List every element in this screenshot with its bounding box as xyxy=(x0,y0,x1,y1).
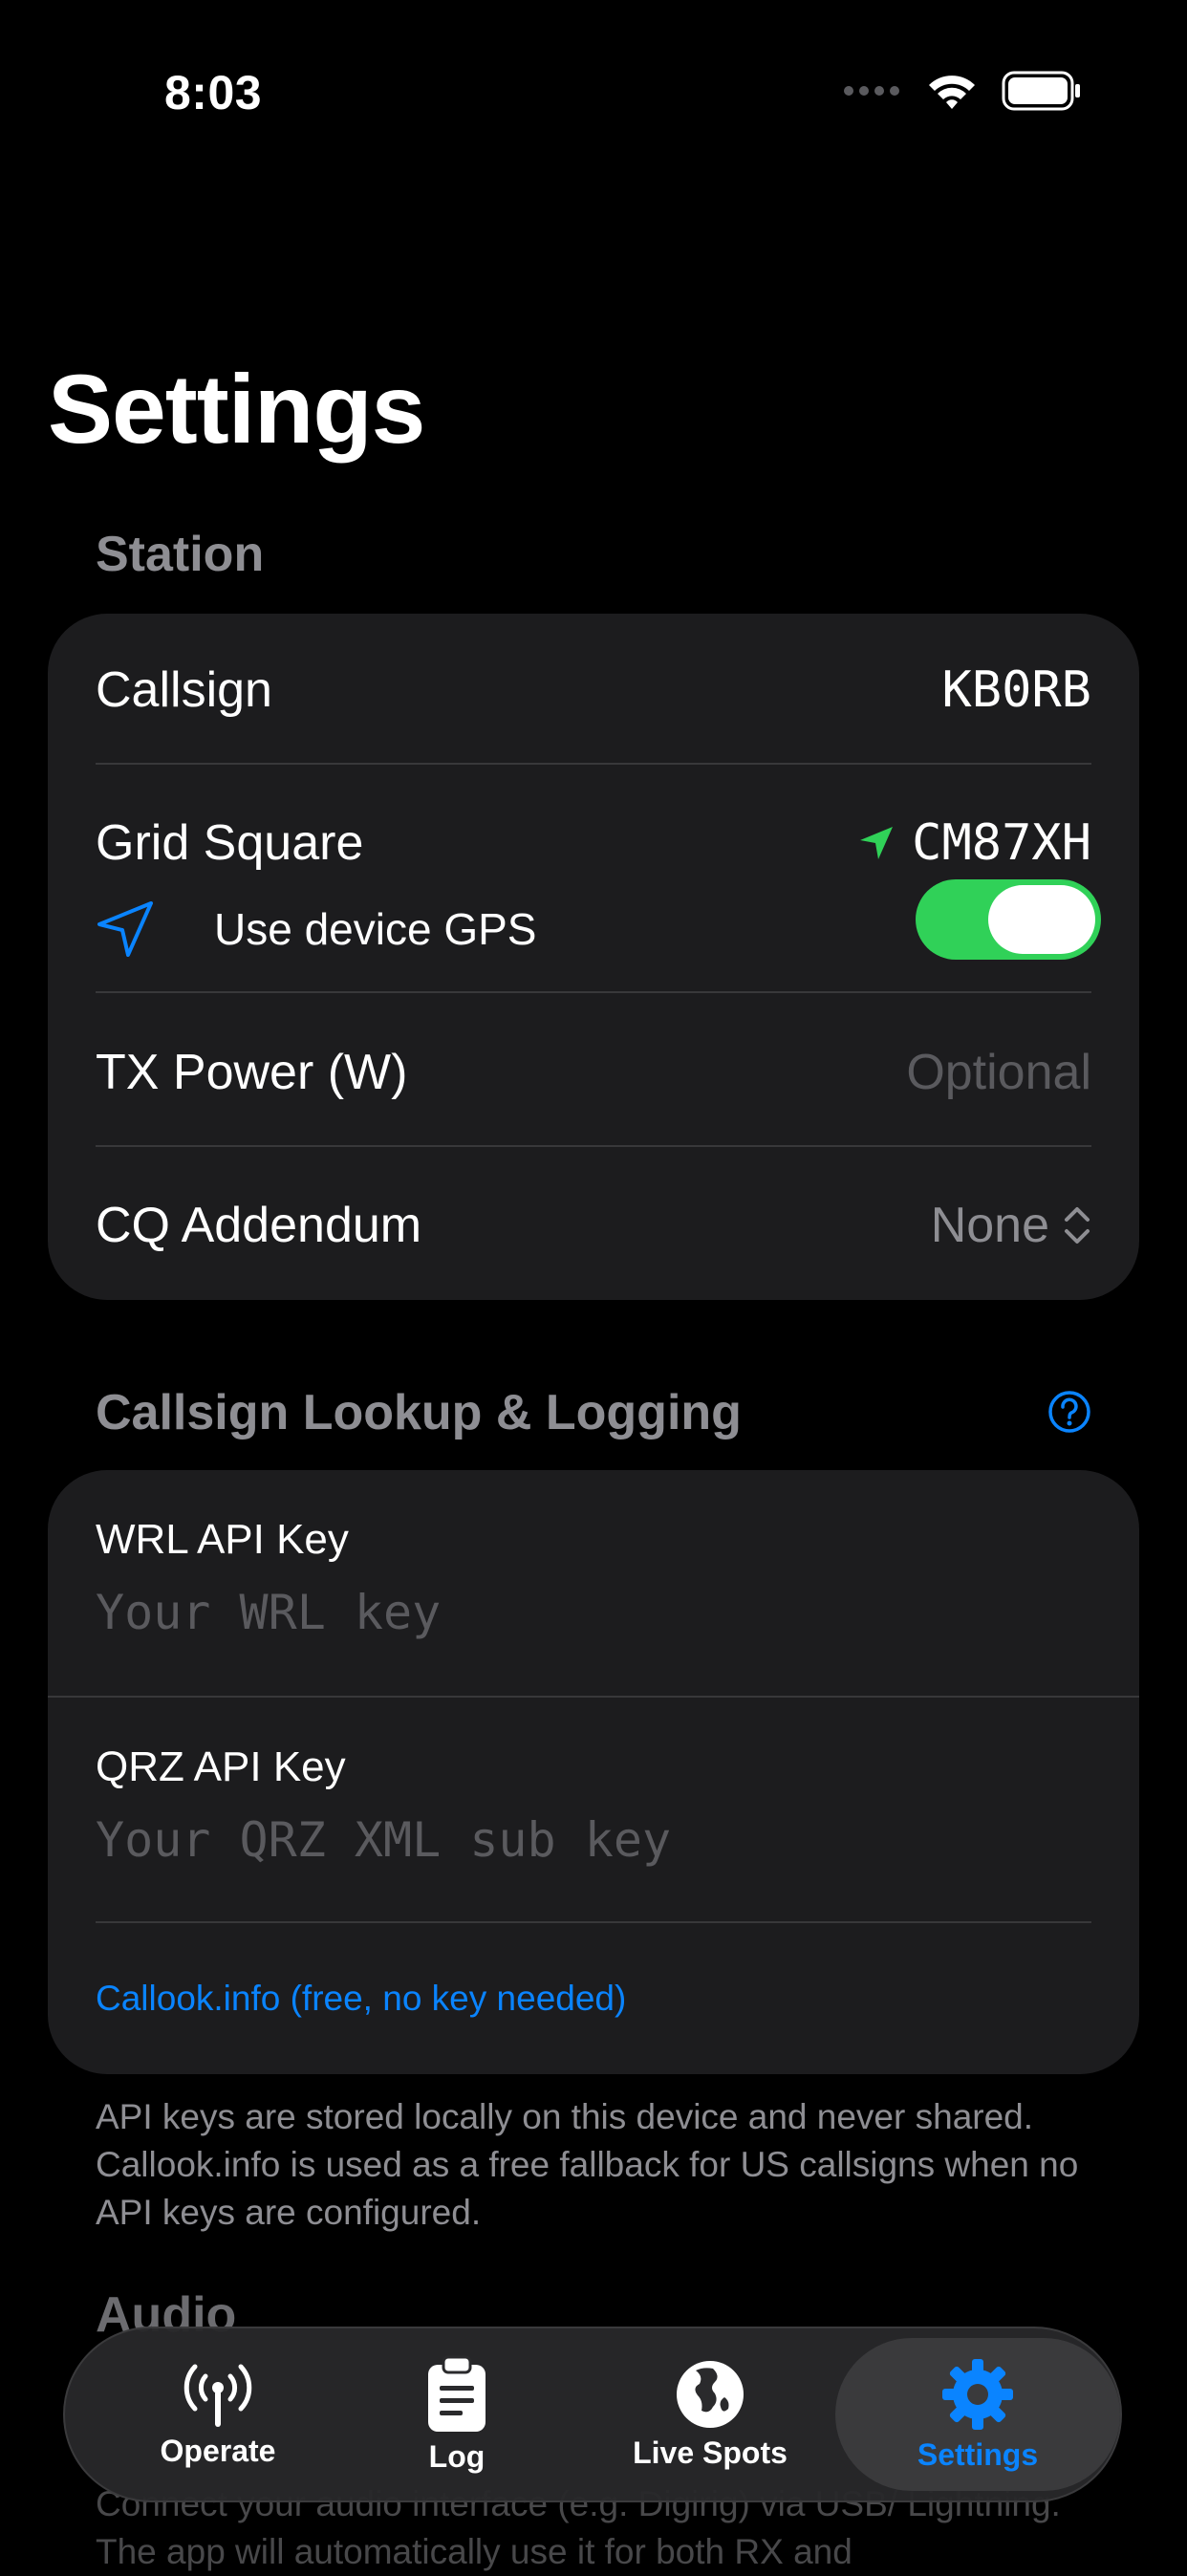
station-section-header: Station xyxy=(96,527,265,582)
gps-row: Use device GPS xyxy=(96,886,536,972)
tx-power-label: TX Power (W) xyxy=(96,1045,408,1100)
location-arrow-icon xyxy=(860,827,894,859)
status-icons xyxy=(843,71,1082,111)
clipboard-icon xyxy=(428,2355,486,2432)
wrl-key-input[interactable]: Your WRL key xyxy=(96,1585,441,1640)
cq-addendum-picker[interactable]: None xyxy=(931,1197,1091,1254)
tab-operate-label: Operate xyxy=(160,2433,276,2468)
callook-link[interactable]: Callook.info (free, no key needed) xyxy=(96,1979,626,2019)
globe-icon xyxy=(677,2360,744,2428)
lookup-section-header: Callsign Lookup & Logging xyxy=(96,1385,742,1440)
cellular-signal-icon xyxy=(844,86,899,96)
battery-icon xyxy=(1002,71,1080,111)
status-time: 8:03 xyxy=(164,66,263,119)
tab-operate[interactable]: Operate xyxy=(113,2328,323,2500)
tab-live-spots-label: Live Spots xyxy=(633,2435,788,2470)
wrl-key-label: WRL API Key xyxy=(96,1516,349,1563)
cq-addendum-value: None xyxy=(930,1198,1049,1253)
qrz-key-label: QRZ API Key xyxy=(96,1743,346,1790)
tab-settings[interactable]: Settings xyxy=(858,2328,1097,2500)
cq-addendum-row[interactable]: CQ Addendum None xyxy=(96,1187,1091,1264)
gps-label: Use device GPS xyxy=(214,904,537,954)
help-icon[interactable] xyxy=(1047,1390,1091,1434)
tab-bar: Operate Log Live Spots Settings xyxy=(63,2327,1122,2502)
gps-toggle[interactable] xyxy=(916,879,1101,960)
grid-square-label: Grid Square xyxy=(96,815,364,871)
grid-square-row[interactable]: Grid Square CM87XH xyxy=(96,805,1091,881)
lookup-footer-note: API keys are stored locally on this devi… xyxy=(96,2097,1079,2232)
antenna-icon xyxy=(183,2364,252,2427)
tab-log-label: Log xyxy=(428,2438,486,2474)
station-card: Callsign KB0RB Grid Square CM87XH Use de… xyxy=(48,614,1139,1300)
callsign-value[interactable]: KB0RB xyxy=(941,661,1091,719)
gps-toggle-knob xyxy=(988,885,1095,954)
location-icon xyxy=(97,901,153,957)
lookup-card: WRL API Key Your WRL key QRZ API Key You… xyxy=(48,1470,1139,2074)
tx-power-row[interactable]: TX Power (W) Optional xyxy=(96,1034,1091,1111)
callsign-label: Callsign xyxy=(96,662,272,718)
tab-log[interactable]: Log xyxy=(380,2328,533,2500)
qrz-key-input[interactable]: Your QRZ XML sub key xyxy=(96,1812,671,1868)
cq-addendum-label: CQ Addendum xyxy=(96,1198,422,1253)
tx-power-input[interactable]: Optional xyxy=(906,1044,1091,1101)
wifi-icon xyxy=(929,76,975,109)
chevron-up-down-icon xyxy=(1065,1207,1090,1244)
callsign-row[interactable]: Callsign KB0RB xyxy=(96,652,1091,728)
tab-live-spots[interactable]: Live Spots xyxy=(600,2328,820,2500)
page-title: Settings xyxy=(48,355,425,464)
gear-icon xyxy=(942,2358,1013,2430)
grid-square-value[interactable]: CM87XH xyxy=(912,814,1091,872)
tab-settings-label: Settings xyxy=(917,2436,1039,2472)
